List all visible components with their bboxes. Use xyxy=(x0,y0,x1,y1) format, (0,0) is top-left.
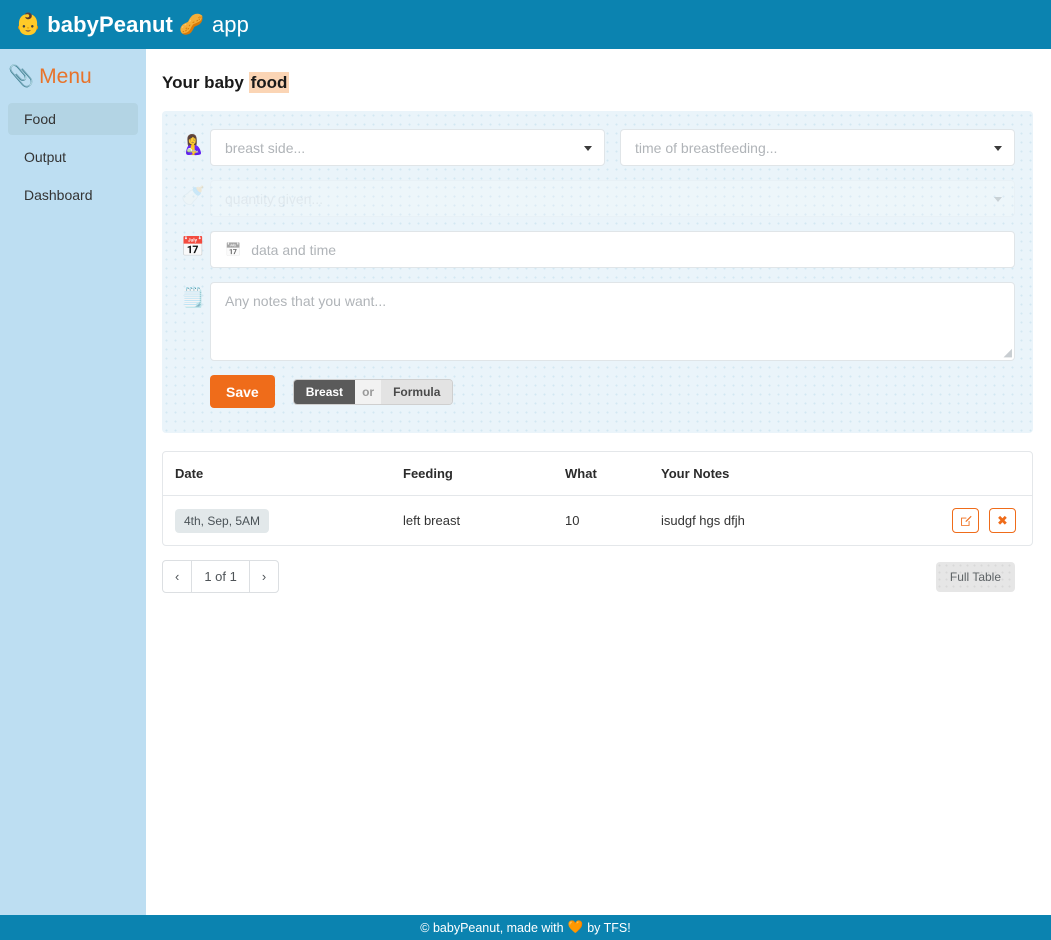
footer-text-after: by TFS! xyxy=(587,920,631,935)
peanut-icon: 🥜 xyxy=(178,14,204,36)
toggle-option-formula[interactable]: Formula xyxy=(381,379,453,404)
toggle-option-breast[interactable]: Breast xyxy=(293,379,356,404)
quantity-given-placeholder: quantity given... xyxy=(225,190,324,207)
column-header-your-notes: Your Notes xyxy=(649,452,849,496)
edit-icon xyxy=(961,515,972,526)
close-icon: ✖ xyxy=(997,512,1008,528)
notes-placeholder: Any notes that you want... xyxy=(225,293,387,309)
delete-row-button[interactable]: ✖ xyxy=(989,508,1016,533)
brand-app-word: app xyxy=(211,11,249,37)
notes-textarea[interactable]: Any notes that you want... ◢ xyxy=(210,282,1015,361)
full-table-button[interactable]: Full Table xyxy=(935,561,1015,592)
form-row-notes: 🗒️ Any notes that you want... ◢ xyxy=(176,282,1015,361)
breast-formula-toggle[interactable]: Breast or Formula xyxy=(292,378,454,405)
breast-side-select[interactable]: breast side... xyxy=(210,129,605,166)
sidebar-item-output[interactable]: Output xyxy=(8,141,138,173)
date-and-time-placeholder: data and time xyxy=(251,241,337,258)
quantity-given-select: quantity given... xyxy=(210,180,1015,217)
pagination-row: ‹ 1 of 1 › Full Table xyxy=(162,560,1033,593)
sidebar-menu-label: Menu xyxy=(39,65,92,88)
feedings-table-element: Date Feeding What Your Notes 4th, Sep, 5… xyxy=(163,452,1032,545)
footer-text-before: © babyPeanut, made with xyxy=(420,920,564,935)
food-entry-form: 🤱 breast side... time of breastfeeding..… xyxy=(162,111,1033,433)
notes-fields: Any notes that you want... ◢ xyxy=(210,282,1015,361)
main-content: Your baby food 🤱 breast side... time of … xyxy=(146,49,1051,915)
form-row-quantity: 🍼 quantity given... xyxy=(176,180,1015,217)
baby-icon: 👶 xyxy=(15,13,42,36)
calendar-icon: 📅 xyxy=(181,237,205,258)
notepad-icon: 🗒️ xyxy=(181,288,205,309)
breast-side-placeholder: breast side... xyxy=(225,139,306,156)
page-title-highlight: food xyxy=(248,72,290,93)
resize-handle-icon[interactable]: ◢ xyxy=(1004,346,1012,359)
app-root: 👶 babyPeanut 🥜 app 📎 Menu Food Output Da… xyxy=(0,0,1051,940)
sidebar-item-label: Output xyxy=(24,149,67,165)
chevron-left-icon: ‹ xyxy=(175,569,180,584)
toggle-knob[interactable]: or xyxy=(355,379,382,404)
chevron-down-icon xyxy=(994,196,1002,202)
heart-icon: 🧡 xyxy=(567,920,584,934)
sidebar-menu-header: 📎 Menu xyxy=(0,57,146,97)
column-header-what: What xyxy=(553,452,649,496)
footer: © babyPeanut, made with 🧡 by TFS! xyxy=(0,915,1051,940)
quantity-fields: quantity given... xyxy=(210,180,1015,217)
column-header-feeding: Feeding xyxy=(391,452,553,496)
time-of-breastfeeding-select[interactable]: time of breastfeeding... xyxy=(620,129,1015,166)
sidebar: 📎 Menu Food Output Dashboard xyxy=(0,49,146,915)
sidebar-item-label: Food xyxy=(24,111,56,127)
column-header-date: Date xyxy=(163,452,391,496)
brand-name: babyPeanut xyxy=(47,11,173,37)
next-page-button[interactable]: › xyxy=(250,561,278,592)
date-and-time-input[interactable]: 📅 data and time xyxy=(210,231,1015,268)
cell-feeding: left breast xyxy=(403,513,461,528)
cell-date: 4th, Sep, 5AM xyxy=(163,496,391,546)
table-row: 4th, Sep, 5AM left breast 10 isudgf hgs … xyxy=(163,496,1032,546)
table-head: Date Feeding What Your Notes xyxy=(163,452,1032,496)
baby-bottle-icon: 🍼 xyxy=(181,186,205,207)
date-badge: 4th, Sep, 5AM xyxy=(175,508,270,533)
breast-fields: breast side... time of breastfeeding... xyxy=(210,129,1015,166)
form-row-datetime: 📅 📅 data and time xyxy=(176,231,1015,268)
chevron-down-icon xyxy=(994,145,1002,151)
chevron-right-icon: › xyxy=(261,569,267,584)
chevron-down-icon xyxy=(584,145,592,151)
form-row-breast: 🤱 breast side... time of breastfeeding..… xyxy=(176,129,1015,166)
time-of-breastfeeding-placeholder: time of breastfeeding... xyxy=(635,139,778,156)
form-actions: Save Breast or Formula xyxy=(210,375,1015,408)
sidebar-item-food[interactable]: Food xyxy=(8,103,138,135)
cell-what: 10 xyxy=(565,513,580,528)
table-body: 4th, Sep, 5AM left breast 10 isudgf hgs … xyxy=(163,496,1032,546)
body-wrapper: 📎 Menu Food Output Dashboard Your baby f… xyxy=(0,49,1051,915)
calendar-small-icon: 📅 xyxy=(225,241,242,257)
breastfeeding-icon: 🤱 xyxy=(181,135,205,156)
datetime-fields: 📅 data and time xyxy=(210,231,1015,268)
prev-page-button[interactable]: ‹ xyxy=(163,561,191,592)
sidebar-item-label: Dashboard xyxy=(24,187,93,203)
brand-logo[interactable]: 👶 babyPeanut 🥜 app xyxy=(15,12,249,38)
cell-actions: ✖ xyxy=(848,496,1032,546)
page-title-prefix: Your baby xyxy=(162,73,249,92)
cell-notes: isudgf hgs dfjh xyxy=(661,513,745,528)
table-header-row: Date Feeding What Your Notes xyxy=(163,452,1032,496)
page-title: Your baby food xyxy=(162,72,1033,93)
pagination-control: ‹ 1 of 1 › xyxy=(162,560,280,593)
edit-row-button[interactable] xyxy=(952,508,980,533)
page-status: 1 of 1 xyxy=(191,561,250,592)
sidebar-item-dashboard[interactable]: Dashboard xyxy=(8,179,138,211)
paperclip-icon: 📎 xyxy=(8,65,35,88)
top-header-bar: 👶 babyPeanut 🥜 app xyxy=(0,0,1051,49)
feedings-table: Date Feeding What Your Notes 4th, Sep, 5… xyxy=(162,451,1033,546)
save-button[interactable]: Save xyxy=(210,375,275,408)
column-header-actions xyxy=(848,452,1032,496)
